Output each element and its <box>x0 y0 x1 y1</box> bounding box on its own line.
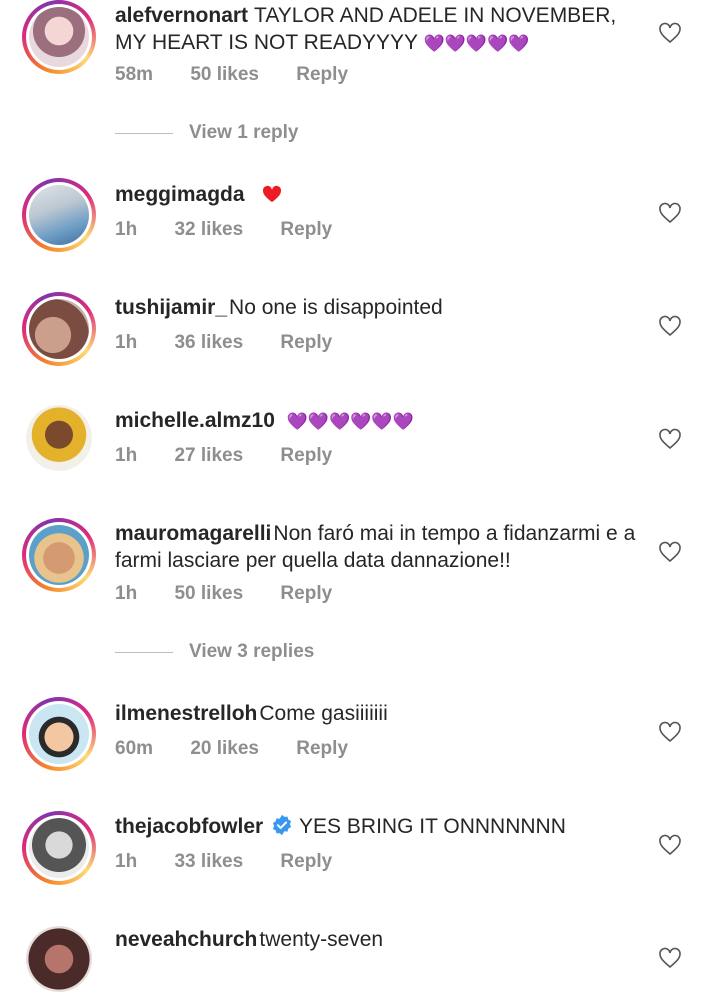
verified-badge-icon <box>272 814 292 836</box>
like-heart-icon[interactable] <box>658 22 682 44</box>
reply-button[interactable]: Reply <box>280 332 332 354</box>
timestamp: 60m <box>115 738 154 759</box>
like-heart-icon[interactable] <box>658 834 682 856</box>
view-replies-label: View 3 replies <box>189 641 315 662</box>
avatar[interactable] <box>26 405 92 471</box>
avatar[interactable] <box>26 926 92 992</box>
comment-text: tushijamir_No one is disappointed <box>115 294 645 321</box>
like-heart-icon[interactable] <box>658 541 682 563</box>
like-heart-icon[interactable] <box>658 202 682 224</box>
divider-line <box>115 132 173 134</box>
like-heart-icon[interactable] <box>658 428 682 450</box>
like-heart-icon[interactable] <box>658 947 682 969</box>
comment-body: YES BRING IT ONNNNNNN <box>299 815 566 838</box>
username[interactable]: thejacobfowler <box>115 815 263 838</box>
avatar[interactable] <box>22 0 96 74</box>
purple-hearts-emoji: 💜💜💜💜💜 <box>423 34 530 53</box>
username[interactable]: michelle.almz10 <box>115 409 275 432</box>
comment-meta: 1h 50 likes Reply <box>115 583 364 605</box>
comment-text: mauromagarelliNon faró mai in tempo a fi… <box>115 520 640 574</box>
like-heart-icon[interactable] <box>658 721 682 743</box>
avatar[interactable] <box>22 292 96 366</box>
timestamp: 1h <box>115 332 138 353</box>
reply-button[interactable]: Reply <box>280 445 332 467</box>
timestamp: 1h <box>115 219 138 240</box>
username[interactable]: mauromagarelli <box>115 522 271 545</box>
likes-count[interactable]: 36 likes <box>174 332 243 354</box>
view-replies-label: View 1 reply <box>189 122 299 143</box>
username[interactable]: alefvernonart <box>115 4 248 27</box>
comment-text: michelle.almz10 💜💜💜💜💜💜 <box>115 407 645 435</box>
red-heart-icon <box>263 185 282 203</box>
avatar[interactable] <box>22 518 96 592</box>
timestamp: 58m <box>115 64 154 85</box>
likes-count[interactable]: 32 likes <box>174 219 243 241</box>
comment-body: No one is disappointed <box>229 296 443 319</box>
comment-body: twenty-seven <box>259 928 384 951</box>
comment-text: thejacobfowler YES BRING IT ONNNNNNN <box>115 813 645 840</box>
view-replies-button[interactable]: View 1 reply <box>115 122 299 144</box>
username[interactable]: tushijamir_ <box>115 296 227 319</box>
comment-meta: 1h 27 likes Reply <box>115 445 364 467</box>
view-replies-button[interactable]: View 3 replies <box>115 641 314 663</box>
likes-count[interactable]: 50 likes <box>190 64 259 86</box>
username[interactable]: meggimagda <box>115 183 245 206</box>
comment-meta: 1h 32 likes Reply <box>115 219 364 241</box>
like-heart-icon[interactable] <box>658 315 682 337</box>
divider-line <box>115 651 173 653</box>
timestamp: 1h <box>115 851 138 872</box>
purple-hearts-emoji: 💜💜💜💜💜💜 <box>286 412 414 431</box>
timestamp: 1h <box>115 583 138 604</box>
reply-button[interactable]: Reply <box>280 219 332 241</box>
avatar[interactable] <box>22 811 96 885</box>
likes-count[interactable]: 33 likes <box>174 851 243 873</box>
avatar[interactable] <box>22 697 96 771</box>
comment-meta: 58m 50 likes Reply <box>115 64 380 86</box>
comment-meta: 60m 20 likes Reply <box>115 738 380 760</box>
likes-count[interactable]: 27 likes <box>174 445 243 467</box>
reply-button[interactable]: Reply <box>280 851 332 873</box>
comment-text: meggimagda <box>115 181 645 208</box>
username[interactable]: neveahchurch <box>115 928 257 951</box>
likes-count[interactable]: 20 likes <box>190 738 259 760</box>
reply-button[interactable]: Reply <box>280 583 332 605</box>
username[interactable]: ilmenestrelloh <box>115 702 257 725</box>
reply-button[interactable]: Reply <box>296 738 348 760</box>
comment-text: ilmenestrellohCome gasiiiiiii <box>115 700 645 727</box>
reply-button[interactable]: Reply <box>296 64 348 86</box>
timestamp: 1h <box>115 445 138 466</box>
comment-text: neveahchurchtwenty-seven <box>115 926 645 953</box>
avatar[interactable] <box>22 178 96 252</box>
comment-body: Come gasiiiiiii <box>259 702 388 725</box>
likes-count[interactable]: 50 likes <box>174 583 243 605</box>
comment-text: alefvernonart TAYLOR AND ADELE IN NOVEMBE… <box>115 2 645 57</box>
comment-meta: 1h 36 likes Reply <box>115 332 364 354</box>
comment-meta: 1h 33 likes Reply <box>115 851 364 873</box>
